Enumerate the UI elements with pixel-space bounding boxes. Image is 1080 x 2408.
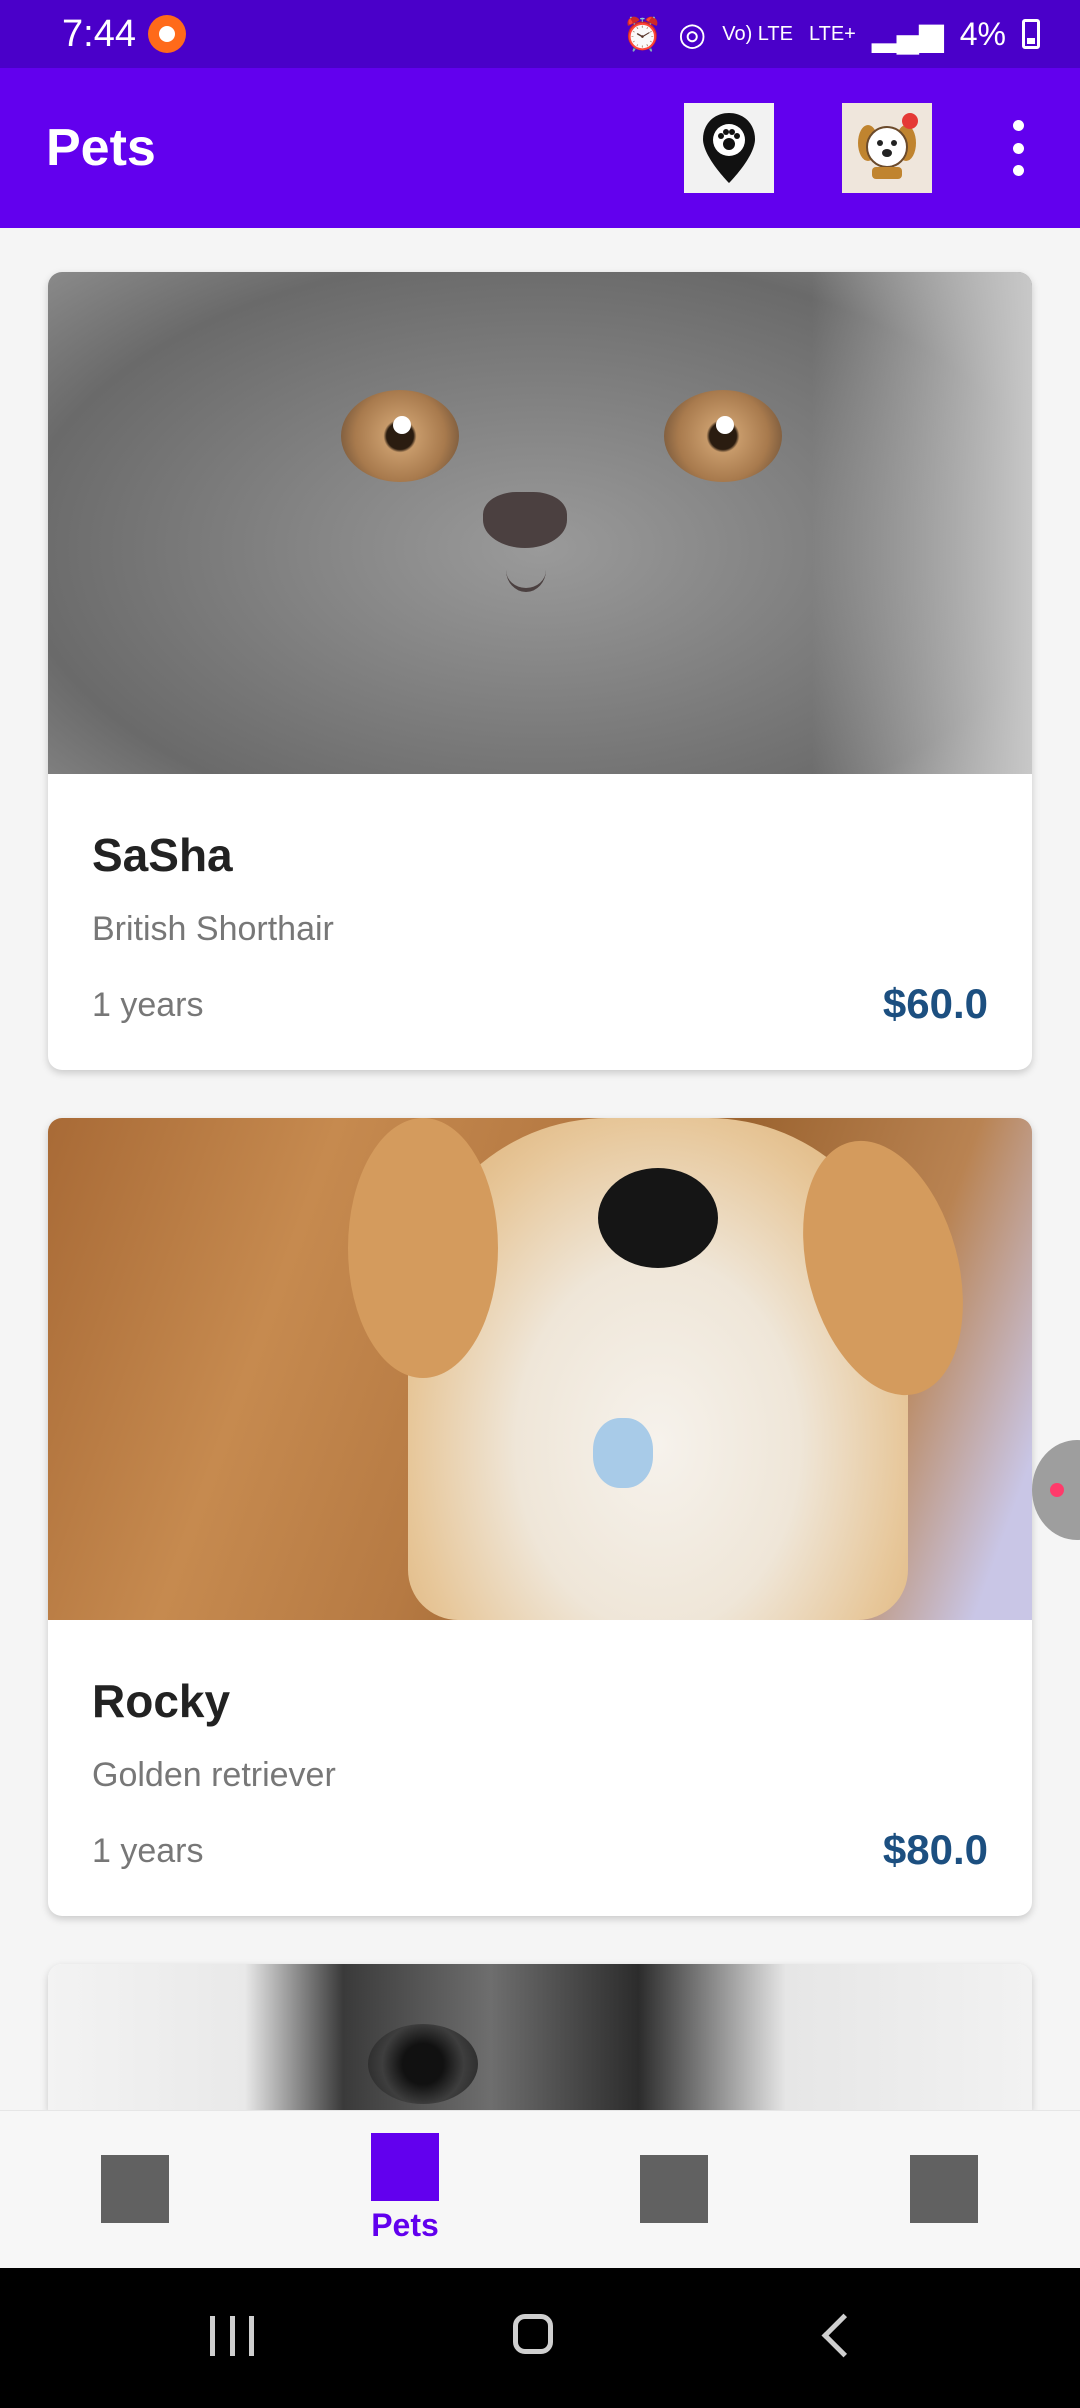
- nav-square-icon: [371, 2133, 439, 2201]
- cat-nose: [483, 492, 567, 548]
- more-vertical-icon: [1012, 120, 1024, 131]
- profile-button[interactable]: [842, 103, 932, 193]
- nav-label-pets: Pets: [371, 2207, 439, 2243]
- status-icons: ⏰ ◎ Vo) LTE LTE+ ▂▄▆ 4%: [622, 15, 1040, 53]
- recents-bar: [229, 2316, 235, 2356]
- signal-icon: ▂▄▆: [871, 16, 944, 52]
- pet-breed: Golden retriever: [92, 1756, 336, 1794]
- pet-name: Rocky: [92, 1675, 231, 1727]
- cat-eye: [664, 390, 782, 482]
- pet-card[interactable]: Rocky Golden retriever 1 years $80.0: [48, 1118, 1032, 1916]
- pet-breed: British Shorthair: [92, 910, 334, 948]
- pet-card[interactable]: [48, 1964, 1032, 2110]
- back-button[interactable]: [821, 2313, 866, 2358]
- cat-mouth: [506, 548, 546, 592]
- status-time: 7:44: [62, 12, 136, 55]
- pet-info: SaSha British Shorthair 1 years $60.0: [48, 774, 1032, 1070]
- pet-price: $60.0: [882, 980, 988, 1027]
- nav-square-icon: [640, 2155, 708, 2223]
- pet-price: $80.0: [882, 1826, 988, 1873]
- status-bar: 7:44 ⏰ ◎ Vo) LTE LTE+ ▂▄▆ 4%: [0, 0, 1080, 68]
- network-label-lte: LTE+: [808, 23, 856, 45]
- puppy-ear: [348, 1118, 498, 1378]
- screen: 7:44 ⏰ ◎ Vo) LTE LTE+ ▂▄▆ 4% Pets SaSha …: [0, 0, 1080, 2408]
- hotspot-icon: ◎: [678, 16, 707, 52]
- nav-square-icon: [101, 2155, 169, 2223]
- pet-card[interactable]: SaSha British Shorthair 1 years $60.0: [48, 272, 1032, 1070]
- recents-bar: [249, 2316, 254, 2356]
- kitten-eye: [368, 2024, 478, 2104]
- floating-assistant-handle[interactable]: [1032, 1440, 1080, 1540]
- pet-info: Rocky Golden retriever 1 years $80.0: [48, 1620, 1032, 1916]
- puppy-tag: [593, 1418, 653, 1488]
- battery-text: 4%: [959, 15, 1006, 52]
- pet-age: 1 years: [92, 1832, 204, 1870]
- more-dot: [1012, 165, 1024, 176]
- alarm-icon: ⏰: [622, 16, 663, 52]
- screen-record-icon: [147, 15, 186, 53]
- network-label-volte: Vo) LTE: [722, 23, 793, 45]
- more-dot: [1012, 142, 1024, 154]
- bottom-navigation: Pets: [0, 2110, 1080, 2269]
- notification-badge: [902, 113, 918, 129]
- nav-item-3[interactable]: [574, 2111, 774, 2269]
- app-bar: Pets: [0, 68, 1080, 228]
- puppy-nose: [598, 1168, 718, 1268]
- home-button[interactable]: [513, 2314, 553, 2354]
- recents-button[interactable]: [210, 2316, 254, 2356]
- pet-photo-golden-puppy: [48, 1118, 1032, 1620]
- location-button[interactable]: [684, 103, 774, 193]
- nav-square-icon: [910, 2155, 978, 2223]
- cat-eye: [341, 390, 459, 482]
- more-options-button[interactable]: [998, 120, 1038, 176]
- pet-name: SaSha: [92, 829, 233, 881]
- recents-icon: [210, 2316, 215, 2356]
- battery-icon: [1022, 19, 1040, 49]
- system-navigation-bar: [0, 2268, 1080, 2408]
- page-title: Pets: [46, 119, 156, 177]
- pet-photo-grey-cat: [48, 272, 1032, 774]
- pet-photo-tabby-kitten: [48, 1964, 1032, 2110]
- photo-highlight: [812, 272, 1032, 774]
- pet-age: 1 years: [92, 986, 204, 1024]
- location-pin-icon: [703, 113, 755, 183]
- nav-item-1[interactable]: [35, 2111, 235, 2269]
- nav-item-pets[interactable]: Pets: [305, 2111, 505, 2269]
- nav-item-4[interactable]: [844, 2111, 1044, 2269]
